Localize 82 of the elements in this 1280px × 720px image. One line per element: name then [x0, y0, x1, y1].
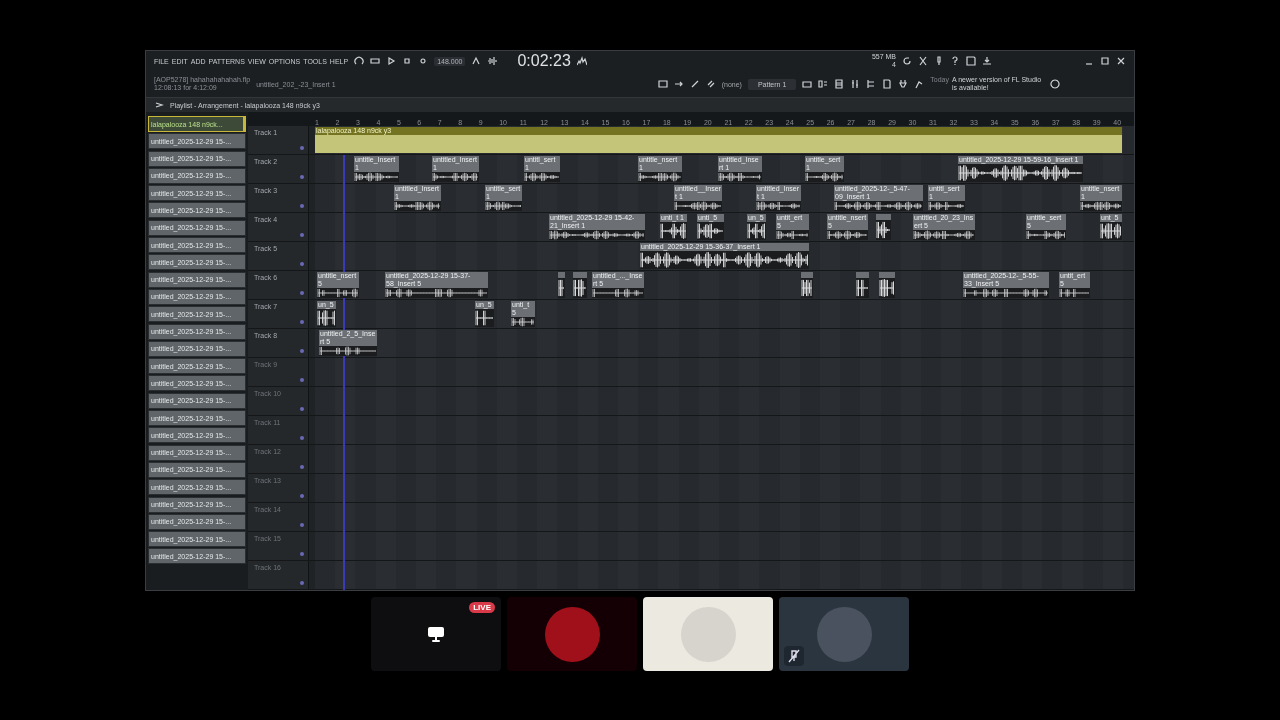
participant-tile[interactable]: [643, 597, 773, 671]
waveform-drawing: [697, 222, 724, 240]
waveform-drawing: [913, 230, 975, 240]
track-dot-icon[interactable]: [300, 204, 304, 208]
channel-rack-icon[interactable]: [834, 79, 845, 89]
track-dot-icon[interactable]: [300, 436, 304, 440]
audio-clip[interactable]: [879, 272, 895, 298]
waveform-drawing: [1080, 201, 1122, 211]
track-dot-icon[interactable]: [300, 320, 304, 324]
waveform-drawing: [524, 172, 560, 182]
track-dot-icon[interactable]: [300, 407, 304, 411]
track-dot-icon[interactable]: [300, 552, 304, 556]
knob-icon[interactable]: [354, 56, 365, 66]
audio-clip[interactable]: [876, 214, 891, 240]
waveform-drawing: [1059, 288, 1090, 298]
plug-icon[interactable]: [898, 79, 909, 89]
scissors-icon[interactable]: [918, 56, 928, 66]
waveform-drawing: [354, 172, 399, 182]
track-dot-icon[interactable]: [300, 233, 304, 237]
stop-icon[interactable]: [402, 56, 413, 66]
waveform-drawing: [573, 278, 587, 298]
waveform-drawing: [317, 309, 336, 327]
song-time: 0:02:23: [517, 52, 571, 70]
waveform-drawing: [879, 278, 895, 298]
play-icon[interactable]: [386, 56, 397, 66]
waveform-drawing: [592, 288, 644, 298]
track-dot-icon[interactable]: [300, 465, 304, 469]
waveform-drawing: [317, 288, 359, 298]
arrow-icon[interactable]: [673, 79, 684, 89]
document-icon[interactable]: [882, 79, 893, 89]
waveform-drawing: [747, 222, 766, 240]
audio-clip[interactable]: [856, 272, 869, 298]
download-icon[interactable]: [982, 56, 992, 66]
track-dot-icon[interactable]: [300, 146, 304, 150]
microphone-icon[interactable]: [934, 56, 944, 66]
monitor-icon: [427, 625, 445, 643]
waveform-drawing: [856, 278, 869, 298]
live-badge: LIVE: [469, 602, 495, 613]
screen-share-tile[interactable]: LIVE: [371, 597, 501, 671]
save-icon[interactable]: [966, 56, 976, 66]
waveform-drawing: [475, 309, 494, 327]
waveform-drawing: [756, 201, 801, 211]
participant-tile[interactable]: [779, 597, 909, 671]
track-dot-icon[interactable]: [300, 378, 304, 382]
waveform-drawing: [511, 317, 535, 327]
waveform-drawing: [928, 201, 965, 211]
oscilloscope-icon[interactable]: [576, 56, 587, 66]
audio-clip[interactable]: [801, 272, 813, 298]
waveform-drawing: [394, 201, 441, 211]
waveform-drawing: [660, 222, 687, 240]
waveform-drawing: [718, 172, 762, 182]
waveform-drawing: [1026, 230, 1066, 240]
audio-clip[interactable]: [558, 272, 565, 298]
waveform-drawing: [485, 201, 522, 211]
participant-tile[interactable]: [507, 597, 637, 671]
track-dot-icon[interactable]: [300, 262, 304, 266]
waveform-drawing: [319, 346, 377, 356]
record-icon[interactable]: [418, 56, 429, 66]
track-dot-icon[interactable]: [300, 175, 304, 179]
piano-roll-icon[interactable]: [818, 79, 829, 89]
track-dot-icon[interactable]: [300, 581, 304, 585]
waveform-drawing: [801, 278, 813, 298]
waveform-drawing: [674, 201, 722, 211]
waveform-drawing: [805, 172, 844, 182]
track-dot-icon[interactable]: [300, 291, 304, 295]
track-dot-icon[interactable]: [300, 349, 304, 353]
waveform-drawing: [876, 220, 891, 240]
waveform-drawing: [1100, 222, 1122, 240]
track-dot-icon[interactable]: [300, 523, 304, 527]
audio-clip[interactable]: [573, 272, 587, 298]
maximize-icon[interactable]: [1100, 56, 1110, 66]
track-dot-icon[interactable]: [300, 494, 304, 498]
waveform-drawing: [827, 230, 868, 240]
close-icon[interactable]: [1116, 56, 1126, 66]
mixer-icon[interactable]: [850, 79, 861, 89]
browser-icon[interactable]: [866, 79, 877, 89]
waveform-drawing: [776, 230, 809, 240]
waveform-drawing: [432, 172, 479, 182]
waveform-drawing: [638, 172, 682, 182]
refresh-icon[interactable]: [902, 56, 912, 66]
help-icon[interactable]: [950, 56, 960, 66]
waveform-drawing: [558, 278, 565, 298]
